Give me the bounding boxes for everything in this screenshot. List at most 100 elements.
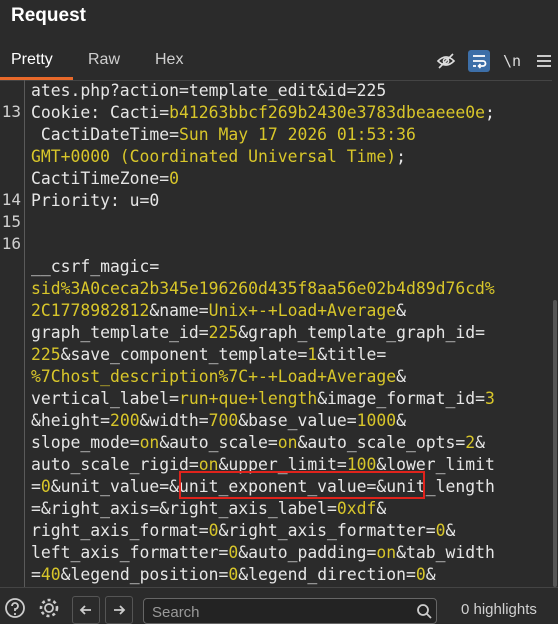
param-text: &image_format_id=	[317, 389, 485, 408]
param-text: &name=	[149, 301, 209, 320]
param-text: Cookie:	[31, 103, 110, 122]
param-text: &save_component_template=	[60, 345, 308, 364]
param-text: =	[31, 477, 41, 496]
search-input[interactable]	[150, 603, 409, 622]
code-line: &height=200&width=700&base_value=1000&	[31, 410, 495, 432]
search-box[interactable]	[143, 598, 437, 624]
param-text: CactiTimeZone	[31, 169, 160, 188]
param-text: &	[376, 499, 387, 518]
hide-nonprintable-icon[interactable]	[435, 50, 457, 72]
highlight-count: 0 highlights	[461, 601, 537, 618]
param-value: Unix+-+Load+Average	[208, 301, 397, 320]
param-value: 700	[208, 411, 239, 430]
param-text: &right_axis_formatter=	[218, 521, 436, 540]
param-value: run+que+length	[179, 389, 318, 408]
highlight-box	[179, 471, 425, 499]
code-line: Cookie: Cacti=b41263bbcf269b2430e3783dbe…	[31, 102, 495, 124]
param-value: Sun May 17 2026 01:53:36	[179, 125, 416, 144]
request-title: Request	[11, 5, 86, 26]
code-line: left_axis_formatter=0&auto_padding=on&ta…	[31, 542, 495, 564]
param-text: CactiDateTime	[31, 125, 170, 144]
request-tabs: Pretty Raw Hex \n	[0, 44, 558, 81]
code-line: slope_mode=on&auto_scale=on&auto_scale_o…	[31, 432, 495, 454]
param-value: on	[139, 433, 160, 452]
param-text: &legend_direction=	[238, 565, 416, 584]
param-value: on	[376, 543, 397, 562]
param-text: =&right_axis=&right_axis_label=	[31, 499, 337, 518]
scrollbar-thumb[interactable]	[553, 300, 557, 587]
code-line: graph_template_id=225&graph_template_gra…	[31, 322, 495, 344]
param-value: 0	[435, 521, 446, 540]
code-line: sid%3A0ceca2b345e196260d435f8aa56e02b4d8…	[31, 278, 495, 300]
bottom-search-bar: 0 highlights	[0, 587, 558, 624]
param-text: ;	[396, 147, 406, 166]
param-text: =	[31, 565, 41, 584]
param-text: &auto_scale=	[159, 433, 278, 452]
tab-pretty[interactable]: Pretty	[11, 51, 53, 69]
tab-raw[interactable]: Raw	[88, 51, 120, 69]
param-value: 2	[465, 433, 476, 452]
line-number-gutter: 13 14 15 16	[0, 80, 25, 587]
param-text: &tab_width	[396, 543, 495, 562]
param-value: 0	[415, 565, 426, 584]
param-text: &	[475, 433, 485, 452]
code-line: __csrf_magic=	[31, 256, 495, 278]
param-value: 0	[169, 169, 180, 188]
menu-icon[interactable]	[533, 50, 555, 72]
param-text: &auto_padding=	[238, 543, 377, 562]
code-line: =&right_axis=&right_axis_label=0xdf&	[31, 498, 495, 520]
param-value: sid%3A0ceca2b345e196260d435f8aa56e02b4d8…	[31, 279, 495, 298]
request-body[interactable]: ates.php?action=template_edit&id=225 Cook…	[31, 80, 495, 587]
param-text: &graph_template_graph_id=	[238, 323, 485, 342]
line-number: 15	[1, 212, 21, 231]
param-value: on	[277, 433, 298, 452]
code-line: 225&save_component_template=1&title=	[31, 344, 495, 366]
param-text: &title=	[317, 345, 387, 364]
param-text: __csrf_magic	[31, 257, 150, 276]
line-number: 14	[1, 190, 21, 209]
request-editor[interactable]: 13 14 15 16 ates.php?action=template_edit&i…	[0, 80, 558, 587]
tab-hex[interactable]: Hex	[155, 51, 183, 69]
param-value: 40	[40, 565, 61, 584]
param-text: &base_value=	[238, 411, 357, 430]
param-text: &	[396, 411, 407, 430]
param-text: &	[425, 565, 436, 584]
param-value: 200	[109, 411, 140, 430]
param-text: ;	[484, 103, 495, 122]
newline-toggle-icon[interactable]: \n	[501, 50, 523, 72]
code-line: 2C1778982812&name=Unix+-+Load+Average&	[31, 300, 495, 322]
param-text: =	[159, 169, 170, 188]
param-value: %7Chost_description%7C+-+Load+Average	[31, 367, 397, 386]
help-icon[interactable]	[3, 596, 27, 620]
next-match-button[interactable]	[105, 596, 133, 624]
param-text: slope_mode=	[31, 433, 140, 452]
param-text: auto_scale_rigid=	[31, 455, 199, 474]
param-value: 0xdf	[336, 499, 377, 518]
line-number: 16	[1, 234, 21, 253]
param-value: 0	[228, 565, 239, 584]
param-value: 0	[228, 543, 239, 562]
code-line: ates.php?action=template_edit&id=225	[31, 80, 495, 102]
param-value: 1	[307, 345, 318, 364]
param-value: 3	[484, 389, 495, 408]
param-value: 0	[208, 521, 219, 540]
code-line: =40&legend_position=0&legend_direction=0…	[31, 564, 495, 586]
param-text: =	[169, 125, 180, 144]
word-wrap-icon[interactable]	[468, 50, 490, 72]
settings-gear-icon[interactable]	[37, 596, 61, 620]
param-value: GMT+0000 (Coordinated Universal Time)	[31, 147, 397, 166]
param-text: =	[149, 257, 160, 276]
code-line: %7Chost_description%7C+-+Load+Average&	[31, 366, 495, 388]
code-line: CactiDateTime=Sun May 17 2026 01:53:36	[31, 124, 495, 146]
newline-label: \n	[502, 52, 522, 70]
param-value: 225	[208, 323, 239, 342]
param-text: =	[159, 103, 170, 122]
param-text: &	[396, 301, 407, 320]
param-text: graph_template_id=	[31, 323, 209, 342]
param-text: vertical_label=	[31, 389, 180, 408]
param-text: &legend_position=	[60, 565, 229, 584]
param-value: 1000	[356, 411, 397, 430]
previous-match-button[interactable]	[72, 596, 100, 624]
